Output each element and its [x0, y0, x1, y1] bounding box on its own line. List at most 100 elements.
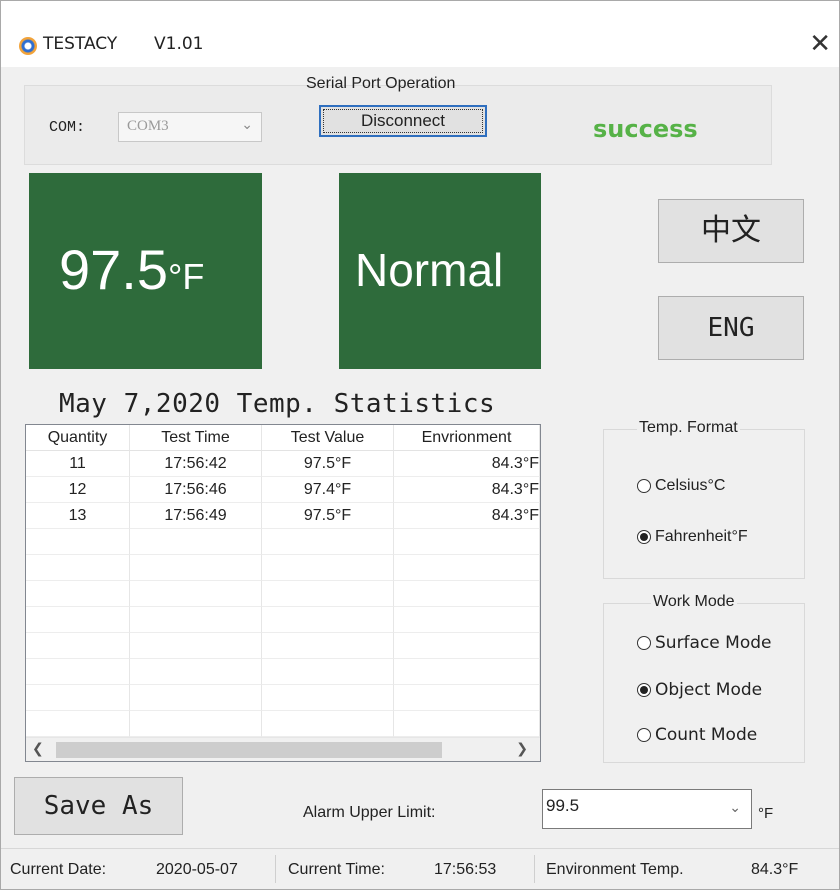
empty-table-cell [26, 633, 130, 659]
table-cell: 12 [26, 477, 130, 503]
environment-temp-label: Environment Temp. [546, 861, 684, 878]
celsius-radio[interactable]: Celsius°C [637, 477, 725, 495]
count-mode-radio[interactable]: Count Mode [637, 725, 757, 745]
empty-table-cell [262, 607, 394, 633]
empty-table-cell [394, 633, 540, 659]
empty-table-cell [130, 711, 262, 737]
temperature-unit: °F [168, 256, 205, 297]
table-cell: 17:56:46 [130, 477, 262, 503]
column-header: Test Time [130, 425, 262, 451]
alarm-upper-limit-label: Alarm Upper Limit: [303, 804, 436, 821]
radio-indicator[interactable] [637, 728, 651, 742]
scrollbar-thumb[interactable] [56, 742, 442, 758]
connection-status: success [593, 115, 698, 143]
column-header: Test Value [262, 425, 394, 451]
table-cell: 84.3°F [394, 477, 540, 503]
chevron-down-icon[interactable]: ⌄ [729, 800, 741, 816]
table-cell: 84.3°F [394, 451, 540, 477]
english-language-button[interactable]: ENG [658, 296, 804, 360]
radio-indicator[interactable] [637, 479, 651, 493]
current-time-label: Current Time: [288, 861, 385, 878]
temperature-panel: 97.5°F [29, 173, 262, 369]
empty-table-cell [262, 529, 394, 555]
scroll-left-icon[interactable]: ❮ [32, 741, 44, 757]
column-header: Quantity [26, 425, 130, 451]
save-as-button[interactable]: Save As [14, 777, 183, 835]
radio-indicator[interactable] [637, 530, 651, 544]
environment-temp-value: 84.3°F [751, 861, 799, 878]
status-divider [275, 855, 276, 883]
status-panel: Normal [339, 173, 541, 369]
table-cell: 97.5°F [262, 503, 394, 529]
empty-table-cell [262, 581, 394, 607]
status-divider [534, 855, 535, 883]
com-label: COM: [49, 119, 86, 136]
empty-table-cell [130, 581, 262, 607]
empty-table-cell [26, 555, 130, 581]
table-cell: 84.3°F [394, 503, 540, 529]
testacy-logo-icon [19, 37, 37, 55]
statistics-table[interactable]: Quantity Test Time Test Value Envrionment 11… [25, 424, 541, 762]
com-port-select[interactable]: COM3 ⌄ [118, 112, 262, 142]
empty-table-cell [394, 529, 540, 555]
empty-table-cell [130, 529, 262, 555]
alarm-limit-select[interactable]: 99.5 ⌄ [542, 789, 752, 829]
celsius-label: Celsius°C [655, 477, 726, 494]
disconnect-button[interactable]: Disconnect [319, 105, 487, 137]
com-port-value: COM3 [127, 118, 169, 134]
chevron-down-icon[interactable]: ⌄ [241, 117, 253, 133]
empty-table-cell [394, 581, 540, 607]
fahrenheit-label: Fahrenheit°F [655, 528, 748, 545]
temp-format-label: Temp. Format [637, 419, 740, 437]
empty-table-cell [262, 711, 394, 737]
object-mode-radio[interactable]: Object Mode [637, 680, 762, 700]
empty-table-cell [262, 685, 394, 711]
surface-mode-radio[interactable]: Surface Mode [637, 633, 772, 653]
temperature-readout: 97.5°F [59, 237, 204, 302]
current-date-label: Current Date: [10, 861, 107, 878]
close-icon[interactable]: ✕ [809, 29, 831, 59]
current-date-value: 2020-05-07 [156, 861, 238, 878]
table-cell: 13 [26, 503, 130, 529]
table-cell: 17:56:49 [130, 503, 262, 529]
app-version: V1.01 [154, 34, 204, 54]
alarm-limit-value: 99.5 [546, 796, 580, 815]
empty-table-cell [130, 607, 262, 633]
scroll-right-icon[interactable]: ❯ [516, 741, 528, 757]
table-cell: 97.5°F [262, 451, 394, 477]
app-title: TESTACY [43, 34, 118, 54]
table-cell: 17:56:42 [130, 451, 262, 477]
object-mode-label: Object Mode [655, 680, 763, 700]
horizontal-scrollbar[interactable]: ❮ ❯ [26, 737, 540, 761]
empty-table-cell [394, 555, 540, 581]
empty-table-cell [26, 711, 130, 737]
table-cell: 97.4°F [262, 477, 394, 503]
chinese-language-button[interactable]: 中文 [658, 199, 804, 263]
surface-mode-label: Surface Mode [655, 633, 772, 653]
empty-table-cell [26, 581, 130, 607]
count-mode-label: Count Mode [655, 725, 758, 745]
empty-table-cell [262, 633, 394, 659]
temp-format-group [603, 429, 805, 579]
serial-port-group-label: Serial Port Operation [306, 75, 456, 92]
alarm-unit: °F [758, 805, 774, 822]
work-mode-label: Work Mode [651, 593, 737, 611]
empty-table-cell [130, 633, 262, 659]
empty-table-cell [26, 529, 130, 555]
empty-table-cell [130, 685, 262, 711]
empty-table-cell [262, 659, 394, 685]
temperature-value: 97.5 [59, 238, 168, 301]
status-bar: Current Date: 2020-05-07 Current Time: 1… [1, 848, 839, 889]
title-bar: TESTACY V1.01 ✕ [1, 1, 839, 67]
empty-table-cell [130, 555, 262, 581]
empty-table-cell [394, 685, 540, 711]
statistics-grid: Quantity Test Time Test Value Envrionment 11… [26, 425, 540, 737]
empty-table-cell [262, 555, 394, 581]
empty-table-cell [394, 659, 540, 685]
empty-table-cell [394, 607, 540, 633]
empty-table-cell [130, 659, 262, 685]
empty-table-cell [26, 685, 130, 711]
radio-indicator[interactable] [637, 636, 651, 650]
fahrenheit-radio[interactable]: Fahrenheit°F [637, 528, 748, 546]
radio-indicator[interactable] [637, 683, 651, 697]
